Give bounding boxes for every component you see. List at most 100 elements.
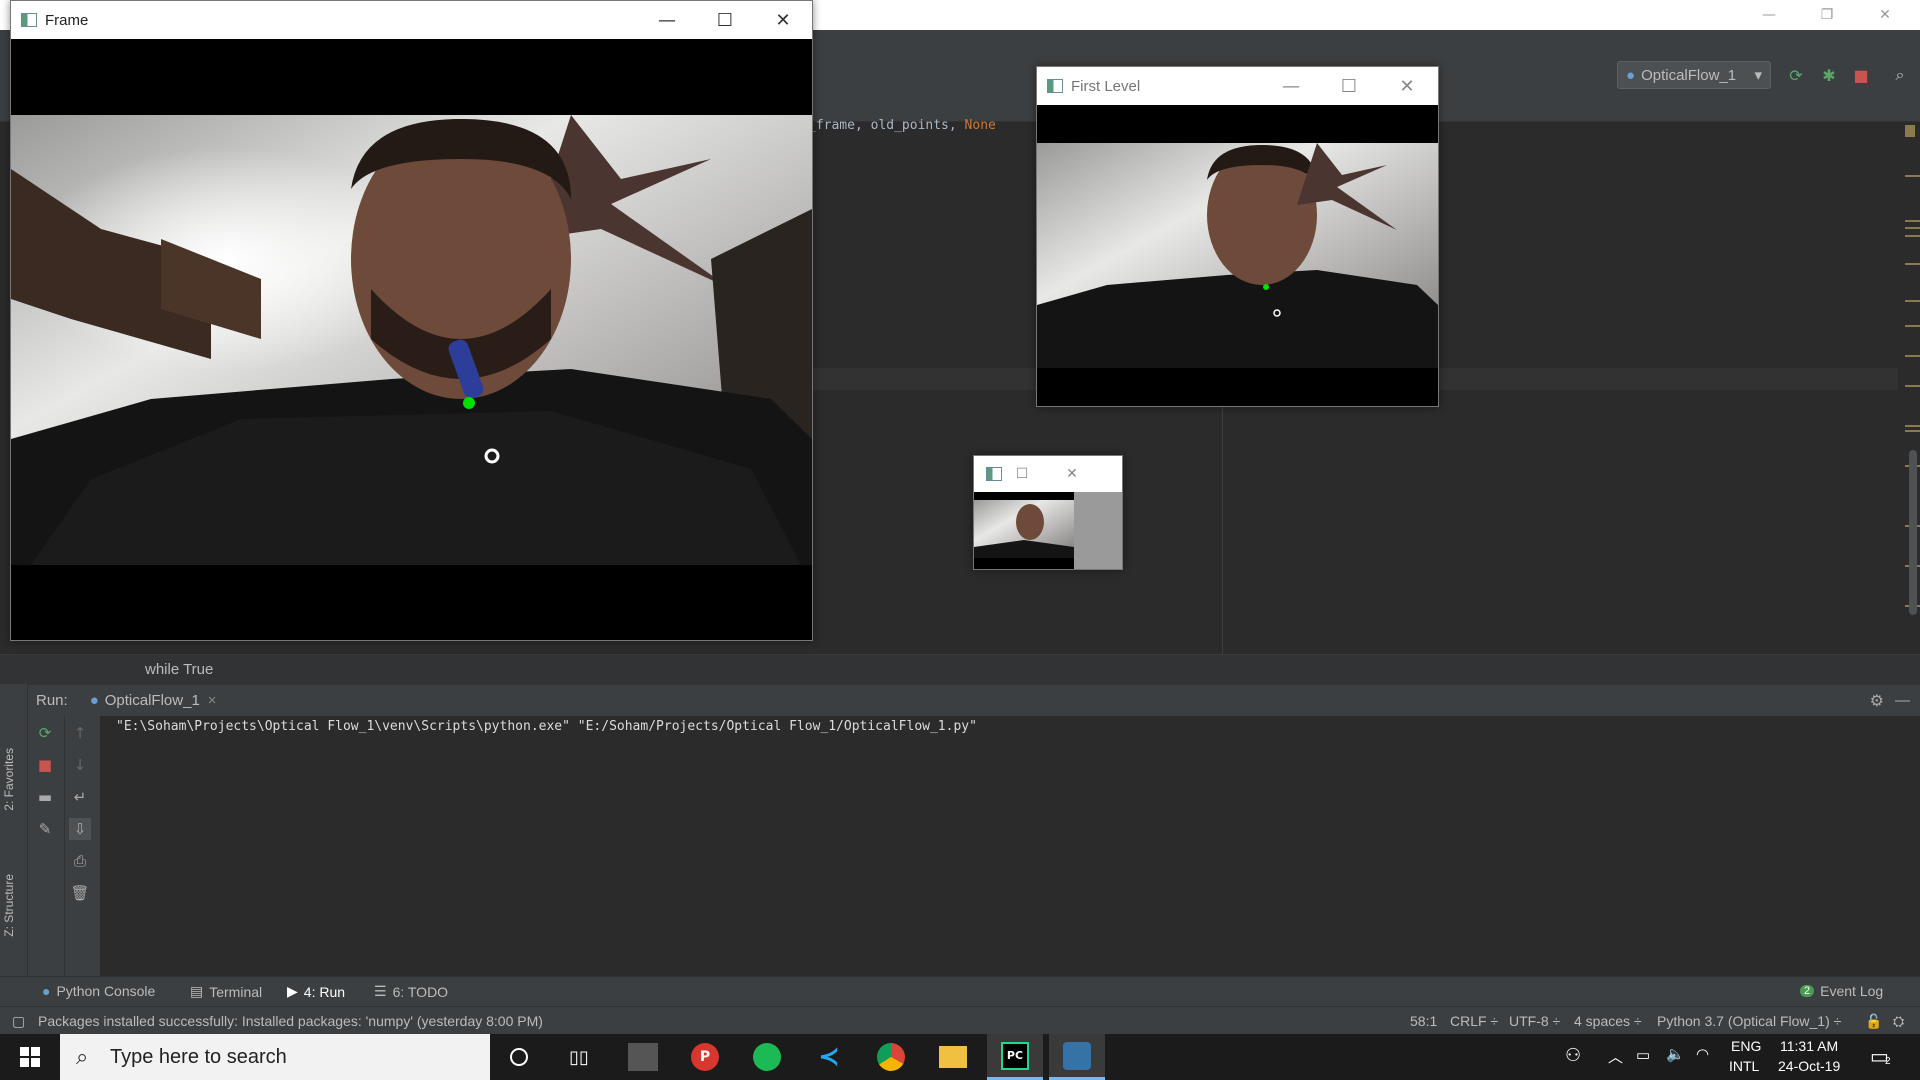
line-separator[interactable]: CRLF ÷ [1450,1013,1498,1029]
print-icon[interactable]: ⎙ [69,850,91,872]
python-icon: ● [89,692,99,709]
code-keyword: None [964,118,996,133]
language-bottom[interactable]: INTL [1729,1058,1759,1074]
close-icon[interactable]: × [208,692,217,709]
second-level-window[interactable]: ☐ ✕ [973,455,1123,570]
chrome-icon[interactable] [863,1034,919,1080]
language-top[interactable]: ENG [1731,1038,1761,1054]
tab-label: Python Console [56,983,156,999]
code-text: _frame, old_points, [808,118,965,133]
terminal-icon: ▤ [190,983,204,999]
tab-label: 4: Run [303,983,346,1000]
psiphon-icon[interactable]: P [677,1034,733,1080]
spotify-icon[interactable] [739,1034,795,1080]
tab-label: 6: TODO [392,983,449,1000]
ide-restore-button[interactable]: ❐ [1798,0,1856,30]
soft-wrap-icon[interactable]: ↵ [69,786,91,808]
scroll-to-end-icon[interactable]: ⇩ [69,818,91,840]
maximize-button[interactable]: ☐ [696,1,754,39]
wifi-icon[interactable]: ◠ [1696,1045,1709,1063]
inspector-icon[interactable]: ⛭ [1893,1013,1904,1030]
people-icon[interactable]: ⚇ [1565,1045,1581,1066]
chevron-down-icon: ▾ [1754,67,1762,84]
clock-time[interactable]: 11:31 AM [1780,1038,1838,1054]
pyramid-level-2-image [974,492,1122,569]
frame-window[interactable]: Frame — ☐ ✕ [10,0,813,641]
close-button[interactable]: ✕ [1058,456,1086,492]
battery-icon[interactable]: ▭ [1636,1046,1650,1064]
breadcrumb-item[interactable]: while True [145,661,213,678]
file-encoding[interactable]: UTF-8 ÷ [1509,1013,1560,1029]
task-view-icon[interactable]: ▯▯ [551,1034,607,1080]
tool-window-strip: 2: Favorites Z: Structure [0,684,28,976]
todo-tab[interactable]: ☰ 6: TODO [374,983,448,1000]
indent-setting[interactable]: 4 spaces ÷ [1574,1013,1642,1029]
debug-icon[interactable]: ✱ [1818,64,1840,86]
editor-scrollbar[interactable] [1905,125,1920,615]
ide-minimize-button[interactable]: — [1740,0,1798,30]
stop-icon[interactable]: ■ [34,754,56,776]
app-photo-icon[interactable] [615,1034,671,1080]
file-explorer-icon[interactable] [925,1034,981,1080]
first-level-window[interactable]: First Level — ☐ ✕ [1036,66,1439,407]
trash-icon[interactable]: 🗑 [69,882,91,904]
hide-icon[interactable]: — [1895,692,1910,709]
python-console-tab[interactable]: ● Python Console [42,983,155,999]
minimize-button[interactable]: — [638,1,696,39]
interpreter-setting[interactable]: Python 3.7 (Optical Flow_1) ÷ [1657,1013,1841,1029]
stop-icon[interactable]: ■ [1850,64,1872,86]
close-button[interactable]: ✕ [754,1,812,39]
run-console[interactable] [100,716,1920,976]
clock-date[interactable]: 24-Oct-19 [1778,1058,1840,1074]
status-message[interactable]: Packages installed successfully: Install… [38,1013,543,1029]
arrow-down-icon[interactable]: ↓ [69,754,91,776]
close-button[interactable]: ✕ [1378,67,1436,105]
favorites-tab[interactable]: 2: Favorites [2,748,16,811]
start-button[interactable] [2,1034,58,1080]
search-icon: ⌕ [76,1044,89,1069]
pin-icon[interactable]: ✎ [34,818,56,840]
notification-count: 2 [1885,1056,1891,1067]
run-panel-header: Run: ● OpticalFlow_1 × ⚙ — [28,684,1920,716]
volume-icon[interactable]: 🔈 [1666,1045,1685,1063]
pyramid-level-image [1037,105,1438,406]
breadcrumb[interactable]: while True [0,654,1920,684]
vscode-icon[interactable]: ≺ [801,1034,857,1080]
structure-tab[interactable]: Z: Structure [2,874,16,937]
console-output: "E:\Soham\Projects\Optical Flow_1\venv\S… [116,719,977,734]
app-icon [986,467,1002,481]
ide-close-button[interactable]: ✕ [1856,0,1914,30]
maximize-button[interactable]: ☐ [1320,67,1378,105]
rerun-icon[interactable]: ⟳ [34,722,56,744]
python-app-icon[interactable] [1049,1034,1105,1080]
arrow-up-icon[interactable]: ↑ [69,722,91,744]
search-placeholder: Type here to search [110,1045,287,1068]
run-toolbar: ⟳ ■ ▬ ✎ ↑ ↓ ↵ ⇩ ⎙ 🗑 [28,716,100,976]
event-log-tab[interactable]: 2 Event Log [1800,983,1883,999]
run-label: Run: [36,692,68,709]
app-icon [21,13,37,27]
windows-icon [20,1047,40,1067]
run-tab[interactable]: OpticalFlow_1 [105,692,200,709]
rerun-icon[interactable]: ⟳ [1785,64,1807,86]
terminal-tab[interactable]: ▤ Terminal [190,983,262,1000]
run-configuration-select[interactable]: ● OpticalFlow_1 ▾ [1617,61,1771,89]
minimize-button[interactable]: — [1262,67,1320,105]
editor-divider [1222,390,1223,654]
search-icon[interactable]: ⌕ [1889,64,1911,86]
list-icon: ☰ [374,983,387,999]
second-level-titlebar[interactable] [974,456,1122,492]
gear-icon[interactable]: ⚙ [1870,691,1884,711]
layout-icon[interactable]: ▬ [34,786,56,808]
chevron-up-icon[interactable]: ︿ [1608,1046,1623,1067]
taskbar-search[interactable]: ⌕ Type here to search [60,1034,490,1080]
run-tab-bottom[interactable]: ▶ 4: Run [287,983,345,1000]
lock-icon[interactable]: 🔓 [1865,1013,1882,1030]
caret-position[interactable]: 58:1 [1410,1013,1437,1029]
maximize-button[interactable]: ☐ [1008,456,1036,492]
event-log-badge: 2 [1800,985,1815,997]
status-window-icon[interactable]: ▢ [12,1013,25,1030]
cortana-icon[interactable] [491,1034,547,1080]
pycharm-icon[interactable]: PC [987,1034,1043,1080]
tracked-point-marker [463,397,475,409]
